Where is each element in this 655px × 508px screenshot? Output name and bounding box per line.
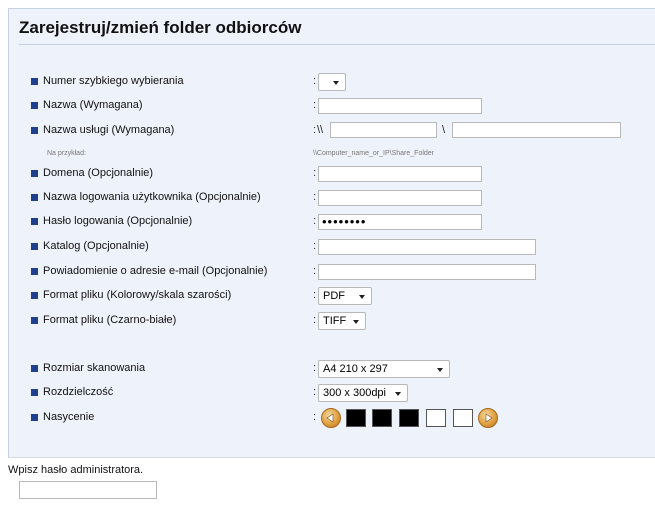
density-level-3[interactable] <box>399 409 419 427</box>
row-login-password: Hasło logowania (Opcjonalnie) : •••••••• <box>0 212 655 232</box>
speed-dial-select[interactable] <box>318 73 346 91</box>
bullet-icon <box>31 170 38 177</box>
bullet-icon <box>31 127 38 134</box>
density-level-2[interactable] <box>372 409 392 427</box>
colon: : <box>313 265 317 277</box>
colon: : <box>313 314 317 326</box>
row-file-format-bw: Format pliku (Czarno-białe) : TIFF <box>0 311 655 331</box>
directory-label: Katalog (Opcjonalnie) <box>43 240 149 252</box>
login-password-input[interactable]: •••••••• <box>318 214 482 230</box>
bullet-icon <box>31 243 38 250</box>
service-separator: \ <box>442 124 446 136</box>
row-file-format-color: Format pliku (Kolorowy/skala szarości) :… <box>0 286 655 306</box>
row-density: Nasycenie : <box>0 408 655 428</box>
bullet-icon <box>31 194 38 201</box>
density-level-4[interactable] <box>426 409 446 427</box>
row-domain: Domena (Opcjonalnie) : <box>0 164 655 184</box>
row-speed-dial: Numer szybkiego wybierania : <box>0 72 655 92</box>
colon: : <box>313 289 317 301</box>
density-level-1[interactable] <box>346 409 366 427</box>
bullet-icon <box>31 218 38 225</box>
resolution-label: Rozdzielczość <box>43 386 114 398</box>
admin-password-input[interactable] <box>19 481 157 499</box>
bullet-icon <box>31 78 38 85</box>
density-increase-button[interactable] <box>478 408 498 428</box>
email-input[interactable] <box>318 264 536 280</box>
density-decrease-button[interactable] <box>321 408 341 428</box>
caret-down-icon <box>437 368 443 372</box>
service-name-label: Nazwa usługi (Wymagana) <box>43 124 175 136</box>
row-name: Nazwa (Wymagana) : <box>0 96 655 116</box>
service-prefix: \\ <box>317 124 324 136</box>
colon: : <box>313 362 317 374</box>
row-service-example: Na przykład: \\Computer_name_or_IP\Share… <box>0 145 655 159</box>
name-input[interactable] <box>318 98 482 114</box>
login-user-label: Nazwa logowania użytkownika (Opcjonalnie… <box>43 191 261 203</box>
file-format-color-select[interactable]: PDF <box>318 287 372 305</box>
bullet-icon <box>31 292 38 299</box>
row-service-name: Nazwa usługi (Wymagana) : \\ \ <box>0 121 655 141</box>
service-share-input[interactable] <box>452 122 621 138</box>
colon: : <box>313 240 317 252</box>
colon: : <box>313 124 317 136</box>
colon: : <box>313 411 317 423</box>
caret-down-icon <box>353 320 359 324</box>
arrow-left-icon <box>326 413 334 423</box>
resolution-select[interactable]: 300 x 300dpi <box>318 384 408 402</box>
example-path: \\Computer_name_or_IP\Share_Folder <box>313 150 435 157</box>
bullet-icon <box>31 317 38 324</box>
service-host-input[interactable] <box>330 122 437 138</box>
bullet-icon <box>31 102 38 109</box>
domain-input[interactable] <box>318 166 482 182</box>
colon: : <box>313 215 317 227</box>
bullet-icon <box>31 414 38 421</box>
colon: : <box>313 75 317 87</box>
row-directory: Katalog (Opcjonalnie) : <box>0 237 655 257</box>
speed-dial-label: Numer szybkiego wybierania <box>43 75 184 87</box>
scan-size-value: A4 210 x 297 <box>323 363 388 375</box>
colon: : <box>313 167 317 179</box>
login-user-input[interactable] <box>318 190 482 206</box>
resolution-value: 300 x 300dpi <box>323 387 386 399</box>
file-format-color-label: Format pliku (Kolorowy/skala szarości) <box>43 289 232 301</box>
colon: : <box>313 99 317 111</box>
title-divider <box>19 44 655 45</box>
row-resolution: Rozdzielczość : 300 x 300dpi <box>0 383 655 403</box>
colon: : <box>313 191 317 203</box>
row-email: Powiadomienie o adresie e-mail (Opcjonal… <box>0 262 655 282</box>
email-label: Powiadomienie o adresie e-mail (Opcjonal… <box>43 265 268 277</box>
login-password-label: Hasło logowania (Opcjonalnie) <box>43 215 193 227</box>
file-format-bw-value: TIFF <box>323 315 347 327</box>
density-label: Nasycenie <box>43 411 95 423</box>
file-format-bw-select[interactable]: TIFF <box>318 312 366 330</box>
caret-down-icon <box>395 392 401 396</box>
file-format-color-value: PDF <box>323 290 345 302</box>
example-label: Na przykład: <box>47 150 86 157</box>
bullet-icon <box>31 389 38 396</box>
colon: : <box>313 386 317 398</box>
scan-size-label: Rozmiar skanowania <box>43 362 146 374</box>
caret-down-icon <box>359 295 365 299</box>
arrow-right-icon <box>485 413 493 423</box>
domain-label: Domena (Opcjonalnie) <box>43 167 154 179</box>
scan-size-select[interactable]: A4 210 x 297 <box>318 360 450 378</box>
page-title: Zarejestruj/zmień folder odbiorców <box>19 18 302 37</box>
file-format-bw-label: Format pliku (Czarno-białe) <box>43 314 177 326</box>
density-level-5[interactable] <box>453 409 473 427</box>
caret-down-icon <box>333 81 339 85</box>
row-login-user: Nazwa logowania użytkownika (Opcjonalnie… <box>0 188 655 208</box>
directory-input[interactable] <box>318 239 536 255</box>
row-scan-size: Rozmiar skanowania : A4 210 x 297 <box>0 359 655 379</box>
register-folder-page: Zarejestruj/zmień folder odbiorców Numer… <box>0 0 655 508</box>
admin-password-label: Wpisz hasło administratora. <box>8 464 144 476</box>
bullet-icon <box>31 268 38 275</box>
bullet-icon <box>31 365 38 372</box>
bottom-divider <box>8 457 655 458</box>
name-label: Nazwa (Wymagana) <box>43 99 143 111</box>
